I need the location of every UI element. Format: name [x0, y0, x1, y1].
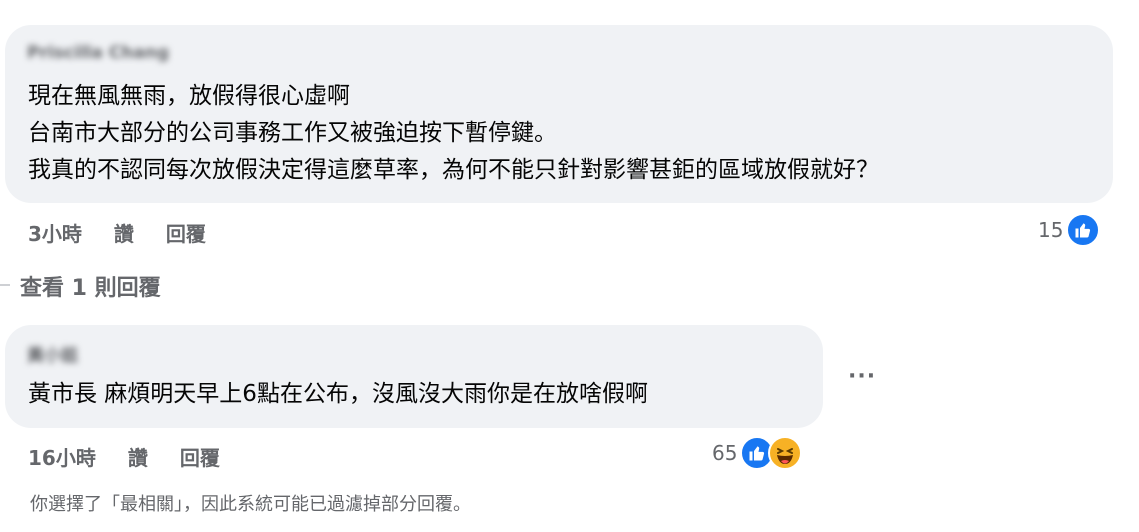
filter-notice: 你選擇了「最相關」，因此系統可能已過濾掉部分回覆。 — [30, 494, 471, 515]
view-replies-link[interactable]: 查看 1 則回覆 — [20, 270, 161, 302]
comment-actions: 16小時 讚 回覆 — [28, 442, 220, 471]
comment-timestamp[interactable]: 16小時 — [28, 442, 96, 471]
comment-author[interactable]: Priscilla Chang — [27, 43, 169, 63]
comment-actions: 3小時 讚 回覆 — [28, 218, 206, 247]
like-icon — [1066, 213, 1101, 247]
comment-text-line: 我真的不認同每次放假決定得這麼草率，為何不能只針對影響甚鉅的區域放假就好？ — [28, 157, 879, 183]
reaction-summary[interactable]: 65 — [712, 436, 803, 470]
comment-text-line: 現在無風無雨，放假得很心虛啊 — [28, 83, 350, 109]
comment-timestamp[interactable]: 3小時 — [28, 218, 82, 247]
reaction-summary[interactable]: 15 — [1038, 213, 1101, 247]
reply-button[interactable]: 回覆 — [180, 442, 220, 471]
comment-author[interactable]: 黃小姐 — [27, 341, 78, 366]
haha-icon — [768, 436, 803, 470]
comment-text-line: 台南市大部分的公司事務工作又被強迫按下暫停鍵。 — [28, 120, 557, 146]
like-button[interactable]: 讚 — [128, 442, 148, 471]
reaction-count: 15 — [1038, 218, 1064, 242]
reply-connector — [0, 284, 10, 286]
comment-bubble: Priscilla Chang 現在無風無雨，放假得很心虛啊 台南市大部分的公司… — [5, 25, 1113, 203]
comment-text-line: 黃市長 麻煩明天早上6點在公布，沒風沒大雨你是在放啥假啊 — [28, 381, 648, 407]
like-button[interactable]: 讚 — [114, 218, 134, 247]
more-options-icon[interactable]: ··· — [848, 364, 876, 389]
comment-bubble: 黃小姐 黃市長 麻煩明天早上6點在公布，沒風沒大雨你是在放啥假啊 — [5, 325, 823, 428]
reply-button[interactable]: 回覆 — [166, 218, 206, 247]
reaction-count: 65 — [712, 441, 738, 465]
